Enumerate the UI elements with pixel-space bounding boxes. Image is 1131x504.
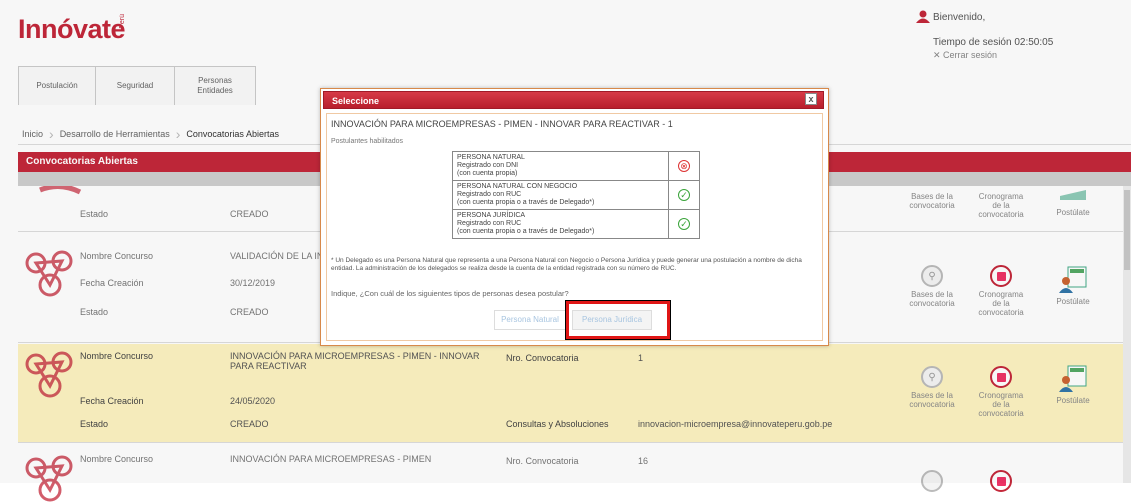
table-row: PERSONA JURÍDICA Registrado con RUC (con c…: [452, 209, 700, 239]
table-row: PERSONA NATURAL Registrado con DNI (con cu…: [452, 151, 700, 181]
delegate-note: * Un Delegado es una Persona Natural que…: [331, 257, 802, 272]
dialog-question: Indique, ¿Con cuál de los siguientes tip…: [331, 289, 569, 298]
check-icon: ✓: [668, 209, 700, 239]
applicant-types-table: PERSONA NATURAL Registrado con DNI (con cu…: [452, 151, 700, 239]
type-cell: PERSONA NATURAL Registrado con DNI (con cu…: [452, 151, 669, 181]
table-row: PERSONA NATURAL CON NEGOCIO Registrado co…: [452, 180, 700, 210]
annotation-highlight-box: [565, 300, 671, 340]
persona-natural-button[interactable]: Persona Natural: [494, 310, 566, 330]
dialog-subtitle: Postulantes habilitados: [331, 138, 403, 145]
close-icon[interactable]: x: [805, 93, 817, 105]
type-cell: PERSONA NATURAL CON NEGOCIO Registrado co…: [452, 180, 669, 210]
check-icon: ✓: [668, 180, 700, 210]
not-allowed-icon: ⊗: [668, 151, 700, 181]
type-cell: PERSONA JURÍDICA Registrado con RUC (con c…: [452, 209, 669, 239]
dialog-heading: INNOVACIÓN PARA MICROEMPRESAS - PIMEN - …: [331, 119, 673, 129]
dialog-title: Seleccione: [323, 91, 824, 109]
